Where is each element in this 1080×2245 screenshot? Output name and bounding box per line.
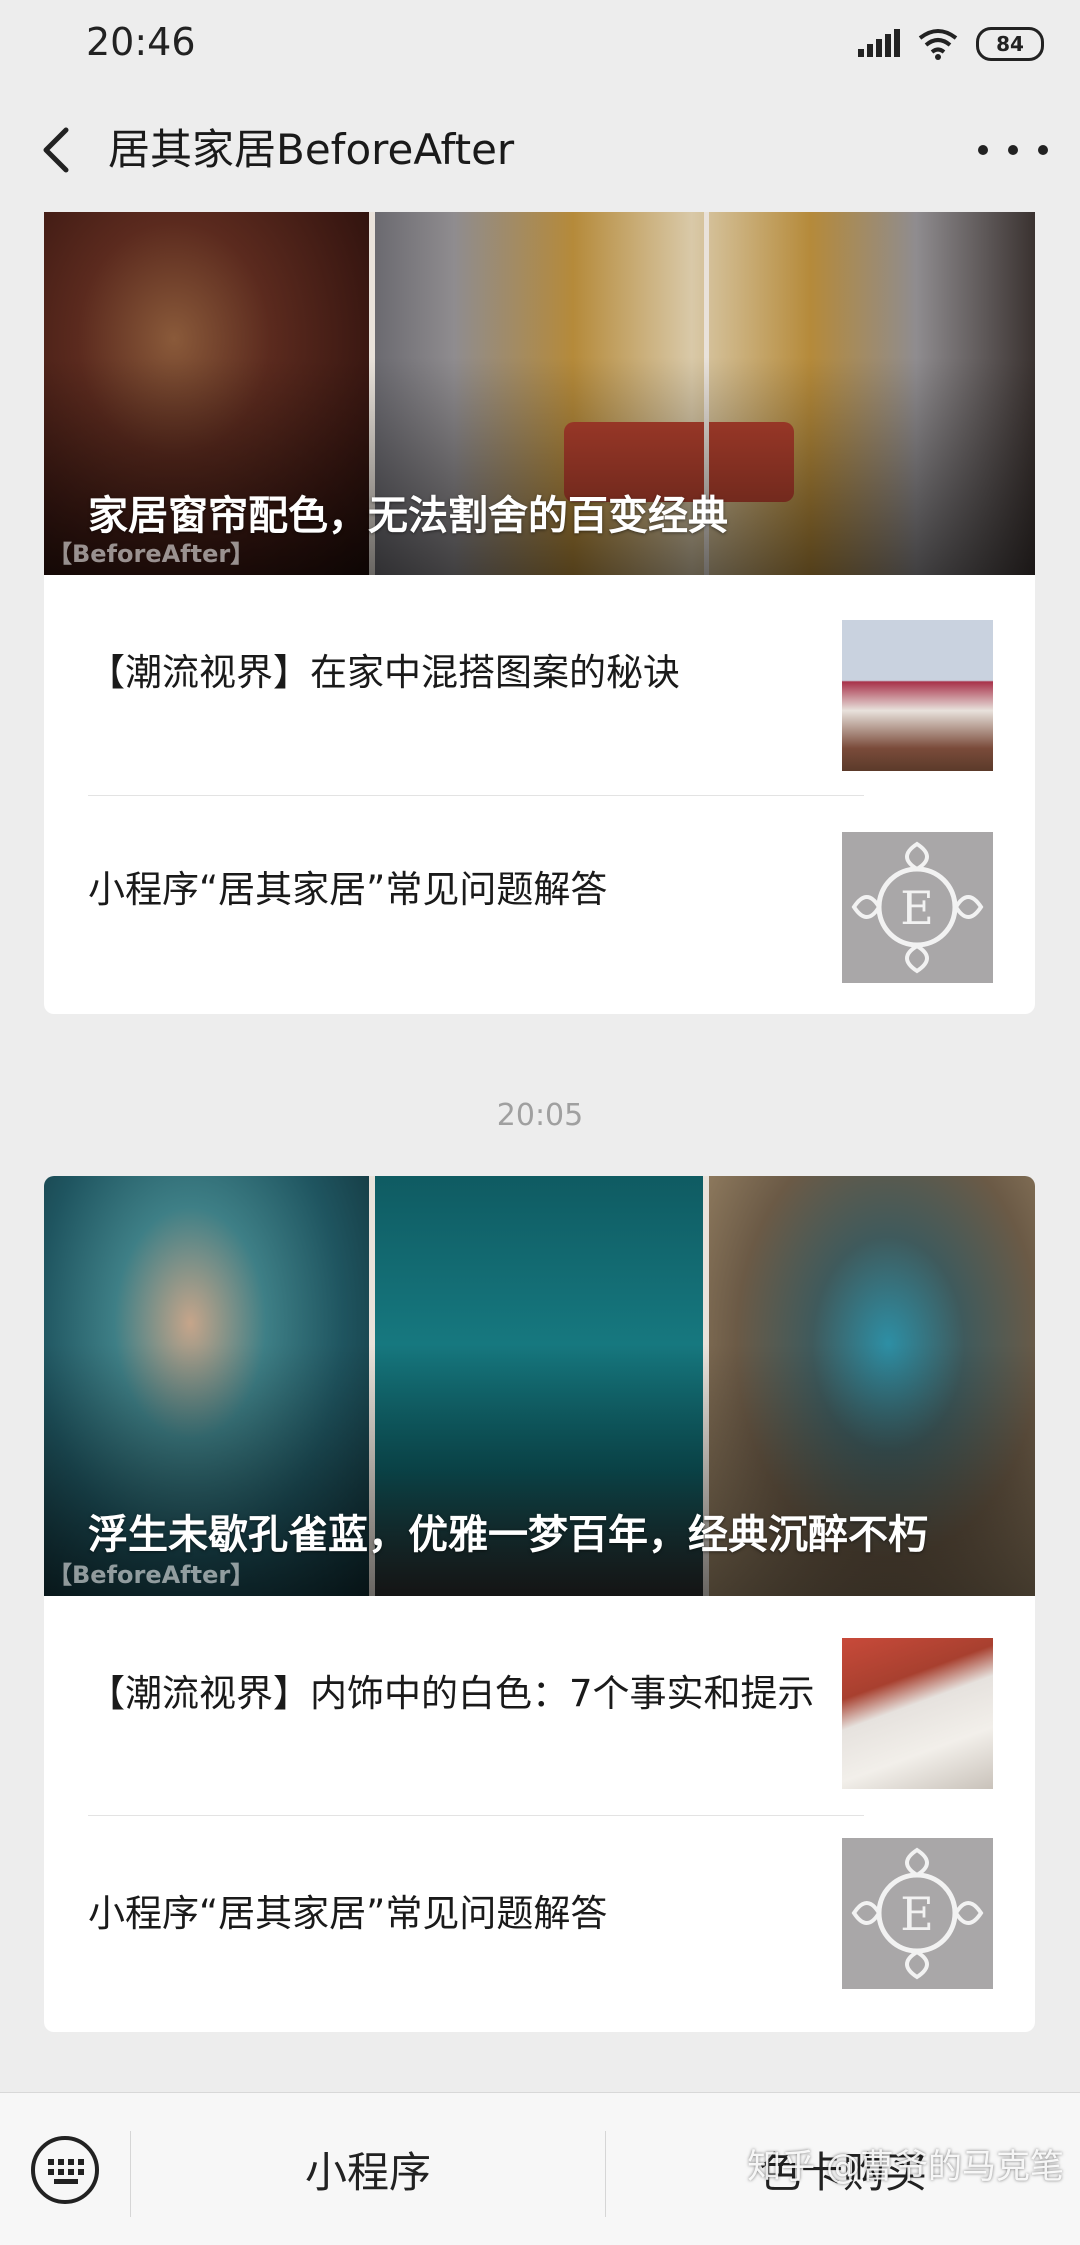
brand-logo-thumbnail: E — [842, 1838, 993, 1989]
battery-level: 84 — [996, 32, 1024, 56]
list-item-title: 小程序“居其家居”常见问题解答 — [88, 868, 608, 911]
more-dot-icon — [978, 145, 988, 155]
signal-icon — [858, 29, 900, 57]
page-title: 居其家居BeforeAfter — [108, 125, 515, 174]
message-timestamp: 20:05 — [496, 1098, 584, 1133]
status-bar: 20:46 84 — [0, 0, 1080, 88]
list-item-thumbnail — [842, 620, 993, 771]
status-icons: 84 — [858, 24, 1044, 64]
menu-item-mini-program[interactable]: 小程序 — [131, 2093, 605, 2245]
back-button[interactable] — [30, 120, 90, 180]
list-item-thumbnail — [842, 1638, 993, 1789]
keyboard-toggle-button[interactable] — [30, 2135, 100, 2205]
svg-text:E: E — [900, 1887, 934, 1941]
bottom-menu-bar: 小程序 色卡购买 知乎 @曹爷的马克笔 — [0, 2092, 1080, 2245]
list-item-title: 小程序“居其家居”常见问题解答 — [88, 1892, 608, 1935]
wifi-icon — [918, 29, 958, 60]
list-item[interactable]: 小程序“居其家居”常见问题解答 E — [44, 792, 1035, 988]
more-dot-icon — [1038, 145, 1048, 155]
keyboard-icon — [31, 2136, 99, 2204]
svg-text:E: E — [900, 881, 934, 935]
list-item[interactable]: 小程序“居其家居”常见问题解答 E — [44, 1816, 1035, 2012]
article-card: 【BeforeAfter】 家居窗帘配色，无法割舍的百变经典 【潮流视界】在家中… — [44, 212, 1035, 1014]
nav-bar: 居其家居BeforeAfter — [0, 88, 1080, 212]
brand-logo-icon: E — [851, 1847, 984, 1980]
list-item-title: 【潮流视界】在家中混搭图案的秘诀 — [88, 651, 680, 694]
cover-title: 家居窗帘配色，无法割舍的百变经典 — [88, 493, 728, 539]
article-card: 【BeforeAfter】 浮生未歇孔雀蓝，优雅一梦百年，经典沉醉不朽 【潮流视… — [44, 1176, 1035, 2032]
battery-icon: 84 — [976, 27, 1044, 61]
article-cover[interactable]: 【BeforeAfter】 家居窗帘配色，无法割舍的百变经典 — [44, 212, 1035, 575]
more-dot-icon — [1008, 145, 1018, 155]
brand-logo-thumbnail: E — [842, 832, 993, 983]
status-time: 20:46 — [86, 20, 196, 64]
brand-logo-icon: E — [851, 841, 984, 974]
article-cover[interactable]: 【BeforeAfter】 浮生未歇孔雀蓝，优雅一梦百年，经典沉醉不朽 — [44, 1176, 1035, 1596]
list-item[interactable]: 【潮流视界】在家中混搭图案的秘诀 — [44, 575, 1035, 771]
cover-title: 浮生未歇孔雀蓝，优雅一梦百年，经典沉醉不朽 — [88, 1512, 928, 1558]
source-watermark: 知乎 @曹爷的马克笔 — [747, 2147, 1064, 2187]
more-button[interactable] — [978, 120, 1048, 180]
list-item[interactable]: 【潮流视界】内饰中的白色：7个事实和提示 — [44, 1596, 1035, 1792]
list-item-title: 【潮流视界】内饰中的白色：7个事实和提示 — [88, 1672, 815, 1715]
chevron-left-icon — [43, 127, 69, 173]
